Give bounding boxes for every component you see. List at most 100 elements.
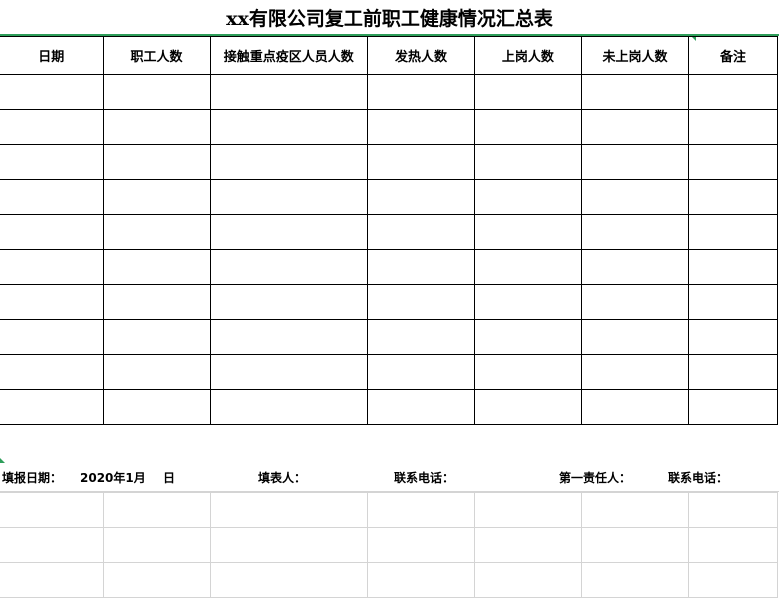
sheet-cell[interactable] [210, 492, 368, 528]
sheet-cell[interactable] [473, 562, 582, 598]
sheet-cell[interactable] [0, 492, 105, 528]
table-cell[interactable] [473, 284, 582, 320]
table-cell[interactable] [580, 319, 690, 355]
table-cell[interactable] [209, 144, 368, 180]
table-cell[interactable] [473, 144, 582, 180]
table-cell[interactable] [473, 319, 582, 355]
table-cell[interactable] [580, 389, 690, 425]
table-cell[interactable] [102, 319, 211, 355]
table-cell[interactable] [0, 74, 104, 110]
table-cell[interactable] [688, 144, 778, 180]
sheet-cell[interactable] [473, 492, 582, 528]
table-cell[interactable] [102, 214, 211, 250]
sheet-cell[interactable] [103, 492, 212, 528]
table-cell[interactable] [366, 179, 475, 215]
sheet-cell[interactable] [366, 492, 475, 528]
table-cell[interactable] [580, 284, 690, 320]
table-cell[interactable] [0, 144, 104, 180]
sheet-cell[interactable] [580, 562, 689, 598]
table-cell[interactable] [209, 109, 368, 145]
table-cell[interactable] [0, 319, 104, 355]
table-cell[interactable] [688, 109, 778, 145]
table-cell[interactable] [209, 354, 368, 390]
table-cell[interactable] [0, 214, 104, 250]
table-cell[interactable] [0, 109, 104, 145]
table-cell[interactable] [0, 354, 104, 390]
table-cell[interactable] [473, 354, 582, 390]
table-cell[interactable] [580, 109, 690, 145]
table-cell[interactable] [209, 179, 368, 215]
sheet-cell[interactable] [210, 562, 368, 598]
table-cell[interactable] [102, 389, 211, 425]
table-cell[interactable] [209, 319, 368, 355]
table-cell[interactable] [580, 144, 690, 180]
header-contact-count[interactable]: 接触重点疫区人员人数 [209, 36, 368, 75]
table-cell[interactable] [580, 354, 690, 390]
table-cell[interactable] [688, 389, 778, 425]
table-cell[interactable] [366, 354, 475, 390]
table-cell[interactable] [366, 144, 475, 180]
table-cell[interactable] [688, 249, 778, 285]
table-cell[interactable] [580, 74, 690, 110]
table-cell[interactable] [102, 249, 211, 285]
table-cell[interactable] [473, 179, 582, 215]
sheet-cell[interactable] [580, 492, 689, 528]
table-cell[interactable] [209, 389, 368, 425]
table-cell[interactable] [0, 284, 104, 320]
table-cell[interactable] [473, 74, 582, 110]
table-cell[interactable] [102, 74, 211, 110]
sheet-cell[interactable] [687, 527, 779, 563]
sheet-cell[interactable] [687, 492, 779, 528]
table-cell[interactable] [0, 249, 104, 285]
table-cell[interactable] [102, 144, 211, 180]
table-cell[interactable] [209, 214, 368, 250]
table-cell[interactable] [366, 319, 475, 355]
header-date[interactable]: 日期 [0, 36, 104, 75]
sheet-cell[interactable] [0, 527, 105, 563]
table-cell[interactable] [473, 389, 582, 425]
table-cell[interactable] [0, 179, 104, 215]
header-offduty-count[interactable]: 未上岗人数 [580, 36, 690, 75]
table-cell[interactable] [473, 249, 582, 285]
table-cell[interactable] [580, 179, 690, 215]
table-cell[interactable] [688, 354, 778, 390]
header-fever-count[interactable]: 发热人数 [366, 36, 475, 75]
header-staff-count[interactable]: 职工人数 [102, 36, 211, 75]
sheet-cell[interactable] [210, 527, 368, 563]
table-cell[interactable] [473, 109, 582, 145]
sheet-cell[interactable] [366, 562, 475, 598]
sheet-cell[interactable] [473, 527, 582, 563]
table-cell[interactable] [688, 74, 778, 110]
table-cell[interactable] [366, 389, 475, 425]
table-cell[interactable] [209, 249, 368, 285]
table-cell[interactable] [0, 389, 104, 425]
sheet-cell[interactable] [580, 527, 689, 563]
table-cell[interactable] [209, 74, 368, 110]
table-cell[interactable] [580, 214, 690, 250]
sheet-cell[interactable] [103, 562, 212, 598]
table-cell[interactable] [209, 284, 368, 320]
table-cell[interactable] [102, 179, 211, 215]
table-cell[interactable] [473, 214, 582, 250]
table-cell[interactable] [688, 284, 778, 320]
table-cell[interactable] [366, 284, 475, 320]
header-onduty-count[interactable]: 上岗人数 [473, 36, 582, 75]
report-date-value[interactable]: 2020年1月 [80, 465, 146, 491]
sheet-cell[interactable] [687, 562, 779, 598]
table-cell[interactable] [580, 249, 690, 285]
table-cell[interactable] [102, 109, 211, 145]
table-cell[interactable] [102, 354, 211, 390]
table-cell[interactable] [366, 74, 475, 110]
table-cell[interactable] [688, 214, 778, 250]
table-cell[interactable] [366, 249, 475, 285]
table-cell[interactable] [366, 109, 475, 145]
sheet-cell[interactable] [366, 527, 475, 563]
table-cell[interactable] [366, 214, 475, 250]
blank-row-area[interactable] [0, 423, 779, 465]
sheet-cell[interactable] [0, 562, 105, 598]
sheet-cell[interactable] [103, 527, 212, 563]
table-cell[interactable] [102, 284, 211, 320]
table-cell[interactable] [688, 319, 778, 355]
header-remarks[interactable]: 备注 [688, 36, 778, 75]
table-cell[interactable] [688, 179, 778, 215]
